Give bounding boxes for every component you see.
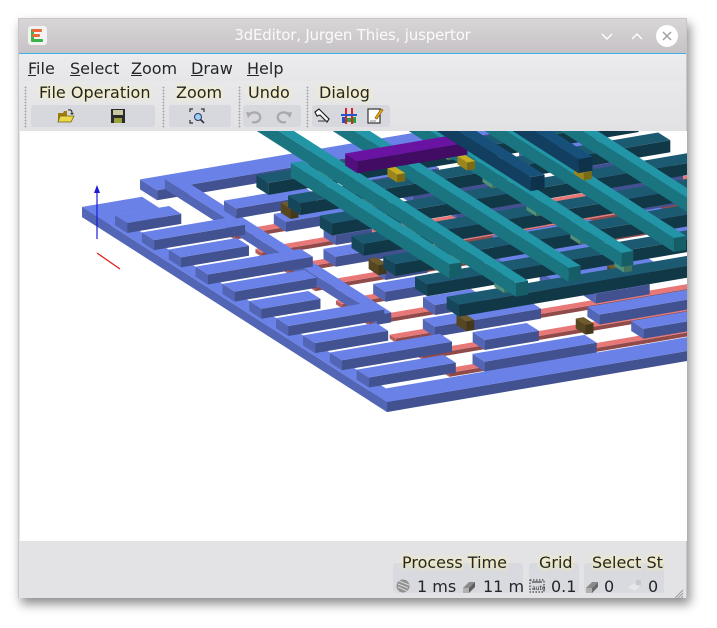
menu-mnemonic: H [247,59,260,78]
chevron-up-icon [631,33,643,40]
via3-front[interactable] [397,173,406,183]
status-group-process-time: Process Time 1 ms 11 ms [393,547,525,596]
metal3-bar-front[interactable] [621,250,634,267]
via1-front[interactable] [466,319,475,332]
zoom-fit-button[interactable] [188,107,206,125]
toolbar-group-label: Undo [248,83,290,102]
open-button[interactable] [57,107,75,125]
toolbar-group-label: Zoom [176,83,223,102]
redo-icon [276,111,292,124]
open-folder-icon [57,109,75,123]
status-group-label: Grid [539,553,573,572]
circuit-3d-scene[interactable] [20,131,687,541]
toolbar: File Operation Zoom Undo Dialog [19,81,686,131]
via3-front[interactable] [467,161,476,171]
menu-help-label: elp [259,59,284,78]
window-title: 3dEditor, Jurgen Thies, juspertor [234,26,471,44]
menu-mnemonic: S [70,59,81,78]
hidden-objects-icon [626,578,642,594]
metal3-bar-front[interactable] [516,280,528,297]
toolbar-group-file-operation: File Operation [21,83,157,129]
3d-viewport[interactable] [20,131,687,541]
render-time-icon [395,578,411,594]
status-group-label: Select State [592,553,664,572]
status-group-select-state: Select State 0 0 [584,547,664,595]
metal3-bar-front[interactable] [674,236,687,253]
grid-size-icon: auto [529,578,546,594]
metal3-bar-front[interactable] [449,262,462,279]
chevron-down-icon [601,33,613,40]
menu-help[interactable]: Help [247,59,283,78]
toolbar-group-panel [31,105,155,127]
settings-dialog-button[interactable] [313,107,331,125]
close-button[interactable] [656,25,678,47]
status-bar: Process Time 1 ms 11 ms Grid auto 0.1 Se… [19,541,686,599]
menu-select-label: elect [80,59,120,78]
x-axis [96,252,121,270]
undo-button[interactable] [245,107,263,125]
toolbar-group-label: Dialog [319,83,370,102]
hidden-count: 0 [648,577,659,595]
menu-mnemonic: D [191,59,204,78]
build-time-value: 11 ms [483,577,523,596]
edit-dialog-button[interactable] [366,107,384,125]
metal5-bar-front[interactable] [578,156,593,174]
metal5-bar-front[interactable] [530,174,545,192]
menu-zoom[interactable]: Zoom [131,59,177,78]
z-axis-arrow[interactable] [94,185,100,193]
svg-text:auto: auto [532,585,545,592]
toolbar-grip[interactable] [24,86,27,128]
metal3-bar-front[interactable] [568,265,581,282]
render-time-value: 1 ms [417,577,457,596]
title-bar[interactable]: 3dEditor, Jurgen Thies, juspertor [19,19,686,54]
zoom-fit-icon [189,108,205,124]
resize-grip[interactable] [672,584,684,599]
grid-value: 0.1 [551,577,577,596]
undo-icon [246,111,262,124]
menu-bar: File Select Zoom Draw Help [19,54,686,81]
toolbar-grip[interactable] [306,86,309,128]
maximize-button[interactable] [626,25,648,47]
menu-file[interactable]: File [28,59,55,78]
menu-zoom-label: oom [141,59,178,78]
app-window: 3dEditor, Jurgen Thies, juspertor File S… [18,18,687,599]
save-floppy-icon [111,109,125,123]
toolbar-group-undo: Undo [235,83,301,129]
menu-file-label: ile [36,59,55,78]
redo-button[interactable] [275,107,293,125]
toolbar-group-zoom: Zoom [159,83,233,129]
via1-front[interactable] [585,323,594,335]
edit-note-icon [367,108,384,124]
minimize-button[interactable] [596,25,618,47]
selected-count: 0 [604,577,615,595]
status-group-label: Process Time [402,553,507,572]
selected-objects-icon [584,578,600,594]
layers-icon [341,108,357,124]
menu-draw[interactable]: Draw [191,59,233,78]
toolbar-group-label: File Operation [39,83,151,102]
menu-draw-label: raw [203,59,233,78]
layers-dialog-button[interactable] [340,107,358,125]
close-icon [662,31,672,41]
menu-select[interactable]: Select [70,59,119,78]
build-time-icon [461,578,477,594]
toolbar-grip[interactable] [238,86,241,128]
toolbar-group-dialog: Dialog [303,83,393,129]
save-button[interactable] [109,107,127,125]
menu-mnemonic: F [28,59,37,78]
wrench-icon [314,108,330,123]
via3-front[interactable] [583,170,592,181]
menu-mnemonic: Z [131,59,142,78]
toolbar-grip[interactable] [162,86,165,128]
status-group-grid: Grid auto 0.1 [529,547,581,596]
